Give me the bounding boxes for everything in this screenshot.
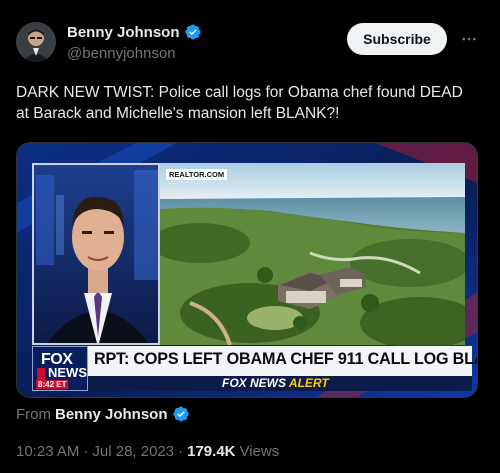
- tweet-header: Benny Johnson @bennyjohnson Subscribe: [0, 0, 500, 76]
- meta-separator: ·: [83, 443, 89, 460]
- fox-news-logo: FOX NEWS 8:42 ET: [32, 346, 88, 391]
- author-display-name[interactable]: Benny Johnson: [67, 24, 180, 41]
- author-handle[interactable]: @bennyjohnson: [67, 45, 176, 62]
- verified-badge-icon: [184, 24, 201, 40]
- source-tag: REALTOR.COM: [166, 169, 228, 180]
- more-horizontal-icon: [462, 37, 476, 41]
- news-logo-text: NEWS: [48, 365, 87, 380]
- avatar-icon: [16, 22, 56, 62]
- verified-badge-icon: [172, 406, 189, 422]
- alert-bar: FOX NEWS ALERT: [32, 376, 472, 391]
- tweet-media[interactable]: REALTOR.COM RPT: COPS LEFT OBAMA CHEF 91…: [16, 142, 478, 398]
- subscribe-button[interactable]: Subscribe: [347, 23, 447, 55]
- tweet-date[interactable]: Jul 28, 2023: [92, 443, 174, 460]
- tweet-meta: 10:23 AM · Jul 28, 2023 · 179.4K Views: [16, 443, 279, 460]
- chyron-banner: RPT: COPS LEFT OBAMA CHEF 911 CALL LOG B…: [32, 346, 477, 376]
- fox-logo-stripe: [37, 368, 45, 380]
- from-label: From: [16, 405, 51, 423]
- chyron-headline: RPT: COPS LEFT OBAMA CHEF 911 CALL LOG B…: [94, 349, 478, 368]
- tweet-time[interactable]: 10:23 AM: [16, 443, 79, 460]
- avatar[interactable]: [16, 22, 56, 62]
- aerial-illustration: [160, 163, 465, 345]
- alert-text: FOX NEWS ALERT: [222, 376, 329, 390]
- meta-separator: ·: [178, 443, 184, 460]
- broadcast-clock: 8:42 ET: [36, 380, 69, 389]
- author-name-row: Benny Johnson: [67, 23, 202, 41]
- alert-brand: FOX NEWS: [222, 376, 287, 390]
- views-label: Views: [239, 443, 280, 460]
- from-row: From Benny Johnson: [16, 405, 190, 423]
- alert-word: ALERT: [288, 376, 329, 390]
- news-anchor-image: [32, 163, 160, 345]
- more-options-button[interactable]: [458, 28, 480, 50]
- mansion-aerial-image: REALTOR.COM: [160, 163, 465, 345]
- anchor-illustration: [34, 165, 158, 343]
- tweet-text: DARK NEW TWIST: Police call logs for Oba…: [16, 84, 463, 122]
- from-name-link[interactable]: Benny Johnson: [55, 406, 168, 423]
- views-count: 179.4K: [187, 443, 236, 460]
